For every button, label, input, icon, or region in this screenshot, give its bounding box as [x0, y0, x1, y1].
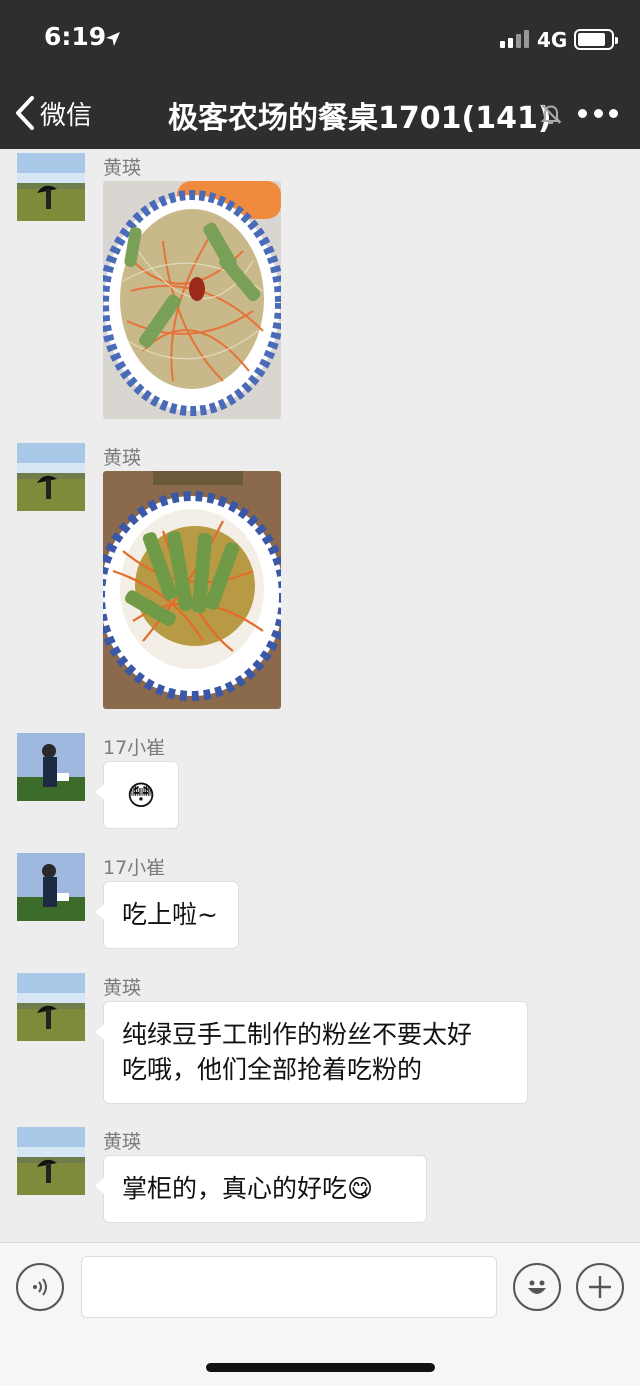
ellipsis-icon [578, 108, 587, 118]
avatar[interactable] [17, 973, 85, 1041]
back-label: 微信 [40, 100, 93, 131]
avatar[interactable] [17, 443, 85, 511]
back-button[interactable]: 微信 [14, 92, 92, 134]
message-text: 吃上啦~ [122, 900, 218, 929]
network-type: 4G [537, 28, 568, 52]
avatar-image-person [17, 733, 85, 801]
chevron-left-icon [16, 96, 34, 130]
battery-icon [574, 29, 618, 50]
sender-name: 黄瑛 [103, 1131, 142, 1153]
avatar[interactable] [17, 733, 85, 801]
food-photo-noodles [103, 181, 281, 419]
avatar-image-landscape [17, 443, 85, 511]
page-title: 极客农场的餐桌1701(141) [168, 101, 552, 136]
message-text-line: 纯绿豆手工制作的粉丝不要太好 [122, 1020, 473, 1049]
status-bar: 6:19 4G [0, 0, 640, 78]
message-bubble[interactable]: 纯绿豆手工制作的粉丝不要太好 吃哦，他们全部抢着吃粉的 [95, 1001, 528, 1104]
chat-area[interactable]: 黄瑛 黄瑛 17小崔 😳 17小崔 吃上啦~ 黄瑛 纯绿豆手工制作的粉丝不要太好… [0, 149, 640, 1242]
avatar-image-landscape [17, 973, 85, 1041]
image-message[interactable] [103, 471, 281, 709]
sender-name: 黄瑛 [103, 977, 142, 999]
message-bubble[interactable]: 吃上啦~ [95, 881, 239, 949]
emoji-yum: 😋 [347, 1174, 374, 1203]
emoji-flushed: 😳 [126, 778, 156, 812]
voice-icon [33, 1278, 47, 1296]
status-time: 6:19 [44, 22, 107, 51]
message-text-line: 吃哦，他们全部抢着吃粉的 [122, 1055, 423, 1084]
more-button[interactable] [578, 98, 618, 128]
voice-button[interactable] [16, 1263, 64, 1311]
smiley-icon [528, 1280, 546, 1294]
plus-button[interactable] [576, 1263, 624, 1311]
avatar-image-landscape [17, 153, 85, 221]
message-bubble[interactable]: 掌柜的，真心的好吃😋 [95, 1155, 427, 1223]
avatar[interactable] [17, 1127, 85, 1195]
plus-icon [589, 1276, 611, 1298]
sender-name: 17小崔 [103, 737, 166, 759]
signal-icon [500, 30, 529, 48]
food-photo-yuba [103, 471, 281, 709]
message-bubble[interactable]: 😳 [95, 761, 179, 829]
sender-name: 黄瑛 [103, 157, 142, 179]
avatar[interactable] [17, 853, 85, 921]
location-arrow-icon [106, 32, 120, 46]
sender-name: 17小崔 [103, 857, 166, 879]
avatar-image-landscape [17, 1127, 85, 1195]
emoji-button[interactable] [513, 1263, 561, 1311]
sender-name: 黄瑛 [103, 447, 142, 469]
home-indicator[interactable] [206, 1363, 435, 1372]
message-input[interactable] [81, 1256, 497, 1318]
nav-bar: 微信 极客农场的餐桌1701(141) [0, 78, 640, 149]
image-message[interactable] [103, 181, 281, 419]
avatar[interactable] [17, 153, 85, 221]
avatar-image-person [17, 853, 85, 921]
bell-slash-icon [540, 104, 562, 124]
message-text: 掌柜的，真心的好吃 [122, 1174, 348, 1203]
